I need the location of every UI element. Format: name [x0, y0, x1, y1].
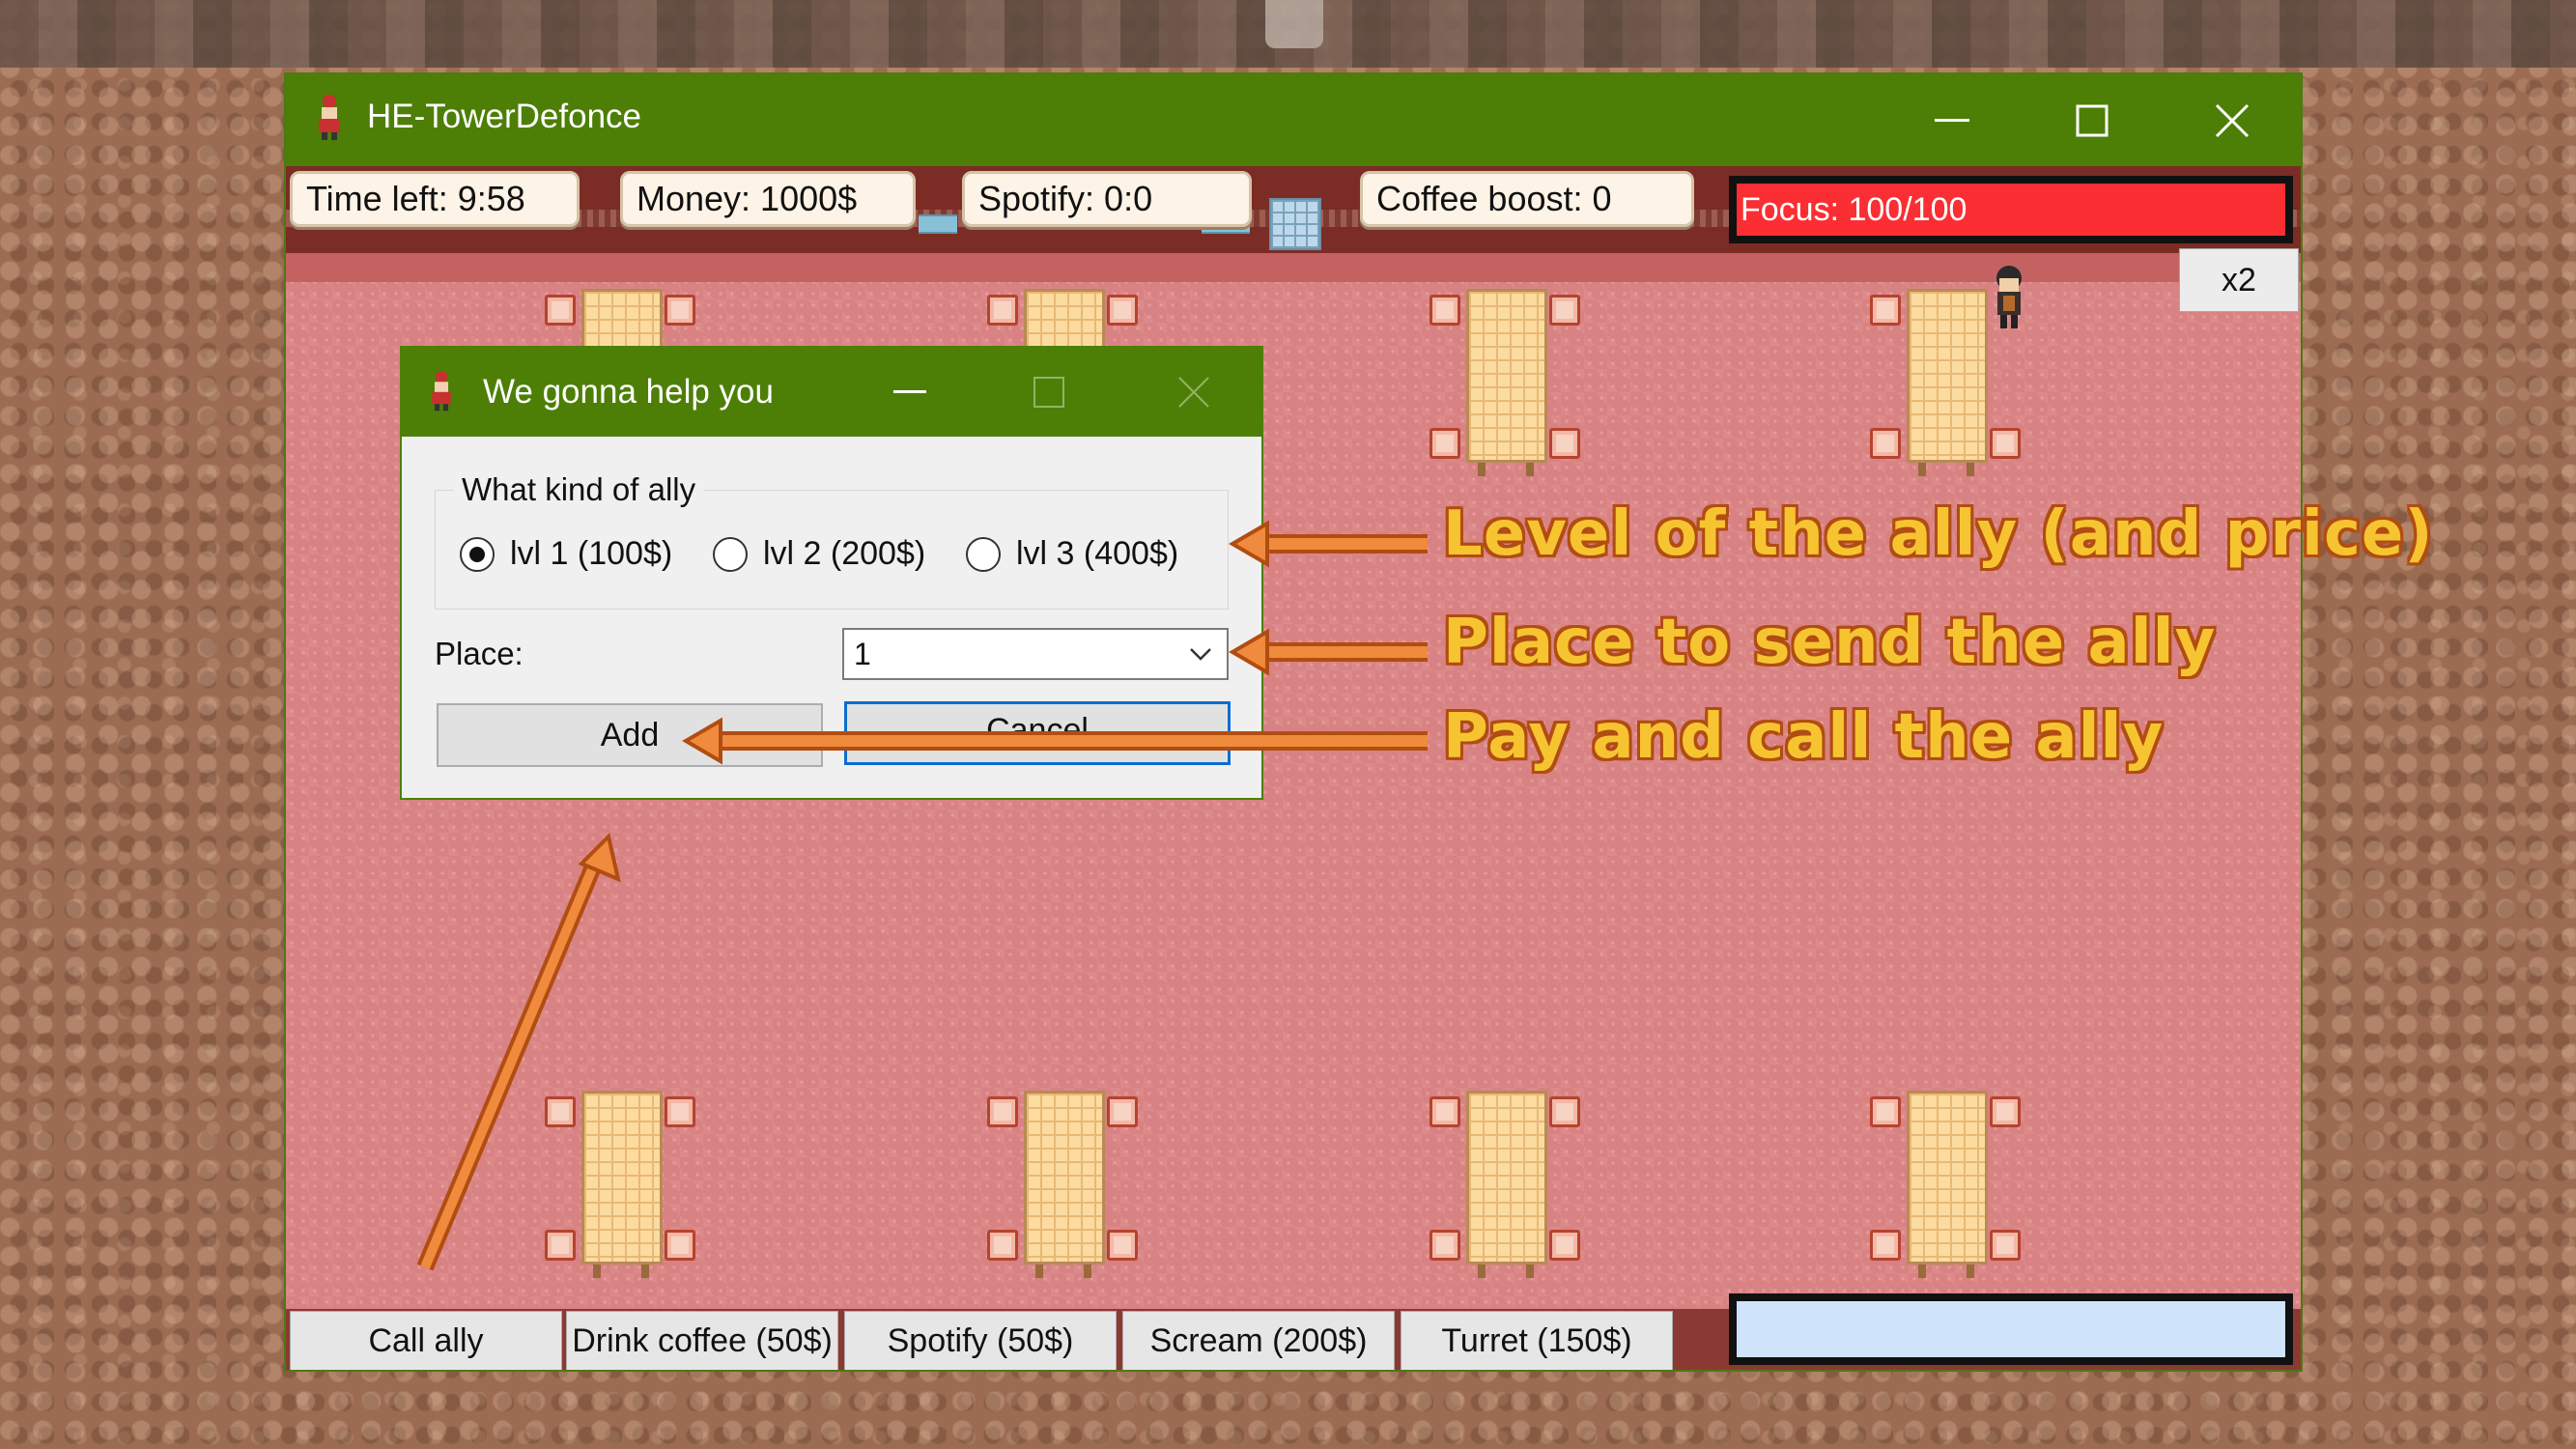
dialog-close-button [1126, 348, 1261, 437]
chair [1549, 1230, 1580, 1261]
app-icon [432, 370, 451, 412]
chair [1870, 1230, 1901, 1261]
place-select-value: 1 [854, 636, 871, 671]
close-icon [2215, 103, 2250, 137]
chair [545, 1230, 576, 1261]
maximize-icon [2076, 104, 2109, 136]
drink-coffee-button[interactable]: Drink coffee (50$) [566, 1311, 838, 1370]
chair [665, 1230, 695, 1261]
minimize-button[interactable] [1884, 74, 2020, 166]
minimize-icon [893, 390, 926, 393]
cancel-label: Cancel [986, 712, 1089, 749]
turret-button[interactable]: Turret (150$) [1401, 1311, 1673, 1370]
window-tile-decoration [1269, 198, 1321, 250]
close-button[interactable] [2165, 74, 2300, 166]
radio-label: lvl 2 (200$) [763, 535, 926, 572]
radio-lvl3[interactable]: lvl 3 (400$) [966, 535, 1178, 573]
chair [1870, 1096, 1901, 1127]
chevron-down-icon [1190, 648, 1211, 661]
spotify-button[interactable]: Spotify (50$) [844, 1311, 1117, 1370]
focus-bar: Focus: 100/100 [1729, 176, 2293, 243]
chair [545, 295, 576, 326]
call-ally-dialog: We gonna help you What kind of ally lvl … [400, 346, 1263, 800]
coffee-boost-label: Coffee boost: 0 [1360, 171, 1694, 227]
title-bar: HE-TowerDefonce [286, 74, 2301, 166]
window-title: HE-TowerDefonce [367, 98, 641, 135]
dialog-title-bar: We gonna help you [402, 348, 1261, 437]
ally-kind-label: What kind of ally [454, 471, 704, 508]
radio-lvl2[interactable]: lvl 2 (200$) [713, 535, 925, 573]
chair [1430, 295, 1460, 326]
dialog-minimize-button[interactable] [842, 348, 977, 437]
chair [987, 1230, 1018, 1261]
chair [1107, 295, 1138, 326]
chair [1430, 428, 1460, 459]
dialog-maximize-button [981, 348, 1117, 437]
scream-button[interactable]: Scream (200$) [1122, 1311, 1395, 1370]
annotation-place: Place to send the ally [1443, 607, 2217, 678]
chair [665, 1096, 695, 1127]
radio-label: lvl 3 (400$) [1016, 535, 1179, 572]
character-sprite [1996, 266, 2022, 328]
call-ally-button[interactable]: Call ally [290, 1311, 562, 1370]
chair [1549, 1096, 1580, 1127]
place-label: Place: [435, 636, 524, 671]
time-left-label: Time left: 9:58 [290, 171, 580, 227]
money-label: Money: 1000$ [620, 171, 916, 227]
maximize-icon [1033, 377, 1064, 408]
chair [1990, 1096, 2021, 1127]
pipe-decoration [919, 214, 957, 234]
place-select[interactable]: 1 [842, 628, 1229, 680]
app-icon [319, 95, 340, 140]
radio-unselected-icon [713, 536, 748, 572]
chair [1430, 1230, 1460, 1261]
chair [987, 1096, 1018, 1127]
status-box [1729, 1293, 2293, 1365]
background-strip [0, 0, 2576, 68]
chair [1870, 295, 1901, 326]
radio-label: lvl 1 (100$) [510, 535, 673, 572]
chair [1870, 428, 1901, 459]
chair [1990, 428, 2021, 459]
speed-x2-button[interactable]: x2 [2179, 248, 2299, 312]
minimize-icon [1935, 118, 1969, 122]
dialog-title: We gonna help you [483, 373, 774, 411]
close-icon [1178, 377, 1209, 408]
chair [545, 1096, 576, 1127]
chair [1549, 428, 1580, 459]
chair [1990, 1230, 2021, 1261]
annotation-level: Level of the ally (and price) [1443, 498, 2434, 570]
cancel-button[interactable]: Cancel [844, 701, 1231, 765]
chair [665, 295, 695, 326]
maximize-button[interactable] [2024, 74, 2160, 166]
chair [987, 295, 1018, 326]
add-button[interactable]: Add [437, 703, 823, 767]
radio-unselected-icon [966, 536, 1001, 572]
annotation-pay: Pay and call the ally [1443, 701, 2165, 773]
background-knob [1265, 0, 1323, 48]
spotify-label: Spotify: 0:0 [962, 171, 1252, 227]
radio-selected-icon [460, 536, 495, 572]
radio-lvl1[interactable]: lvl 1 (100$) [460, 535, 672, 573]
chair [1107, 1096, 1138, 1127]
chair [1430, 1096, 1460, 1127]
chair [1549, 295, 1580, 326]
chair [1107, 1230, 1138, 1261]
